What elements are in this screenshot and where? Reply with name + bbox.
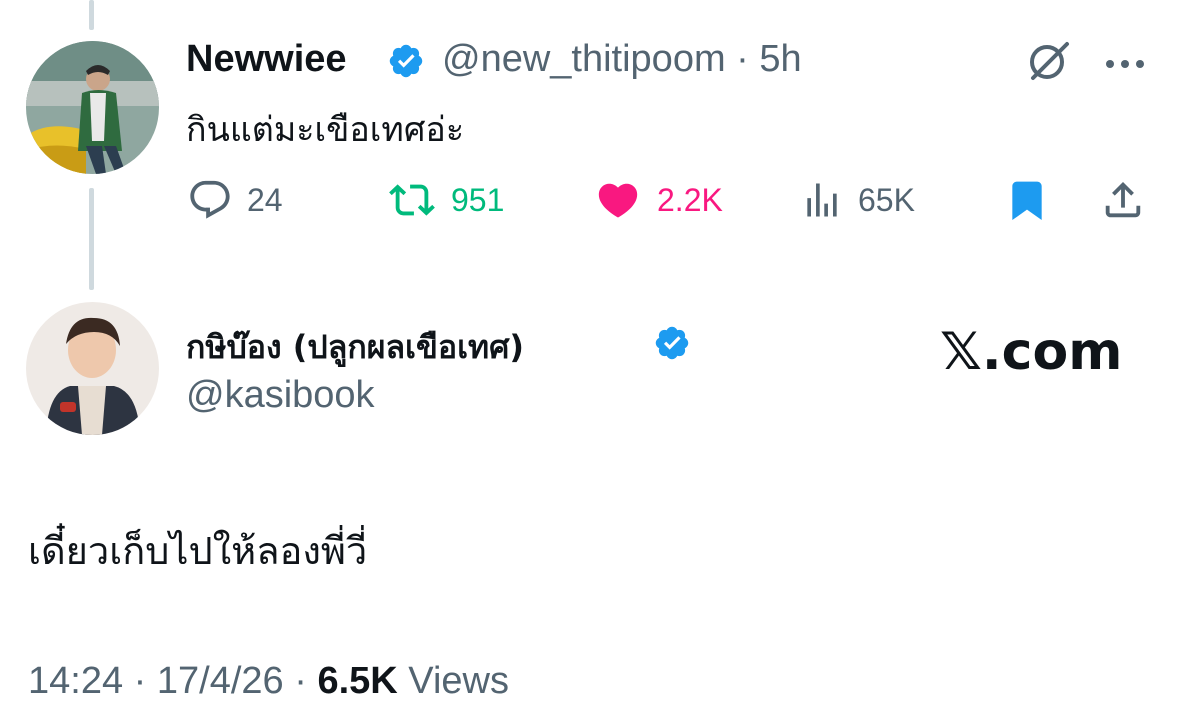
more-icon[interactable]	[1105, 55, 1145, 74]
share-icon[interactable]	[1100, 176, 1146, 228]
like-button[interactable]: 2.2K	[593, 177, 723, 223]
reply-text: เดี๋ยวเก็บไปให้ลองพี่วี่	[28, 529, 368, 573]
grok-icon[interactable]	[1025, 40, 1073, 88]
separator-dot: ·	[736, 38, 749, 80]
views-label: Views	[408, 660, 509, 702]
views-icon	[800, 177, 844, 223]
views-count: 65K	[858, 181, 915, 218]
timestamp[interactable]: 5h	[759, 38, 801, 80]
views-total: 6.5K	[317, 660, 398, 702]
like-count: 2.2K	[657, 181, 723, 218]
thread-line-connector	[89, 188, 94, 290]
verified-badge-icon	[387, 42, 425, 84]
x-com-logo: 𝕏.com	[940, 322, 1123, 382]
heart-icon	[593, 177, 643, 223]
reply-button[interactable]: 24	[187, 177, 283, 223]
retweet-count: 951	[451, 181, 505, 218]
avatar-newwiee[interactable]	[26, 41, 159, 174]
post-time[interactable]: 14:24	[28, 660, 123, 702]
thread-line-top	[89, 0, 94, 30]
avatar-kasibook[interactable]	[26, 302, 159, 435]
display-name[interactable]: Newwiee	[186, 38, 347, 81]
views-button[interactable]: 65K	[800, 177, 915, 223]
tweet-footer: 14:24 · 17/4/26 · 6.5K Views	[28, 660, 509, 703]
reply-handle[interactable]: @kasibook	[186, 374, 375, 417]
post-date[interactable]: 17/4/26	[157, 660, 284, 702]
handle-text[interactable]: @new_thitipoom	[442, 38, 726, 80]
reply-verified-badge-icon	[653, 324, 691, 366]
bookmark-icon[interactable]	[1005, 176, 1049, 228]
retweet-icon	[387, 177, 437, 223]
reply-display-name[interactable]: กษิบ๊อง (ปลูกผลเขือเทศ)	[186, 322, 524, 373]
footer-sep-2: ·	[294, 660, 307, 702]
tweet-text: กินแต่มะเขือเทศอ่ะ	[186, 110, 465, 150]
retweet-button[interactable]: 951	[387, 177, 504, 223]
reply-count: 24	[247, 181, 283, 218]
footer-sep-1: ·	[133, 660, 147, 702]
handle[interactable]: @new_thitipoom · 5h	[442, 38, 802, 81]
reply-icon	[187, 177, 233, 223]
